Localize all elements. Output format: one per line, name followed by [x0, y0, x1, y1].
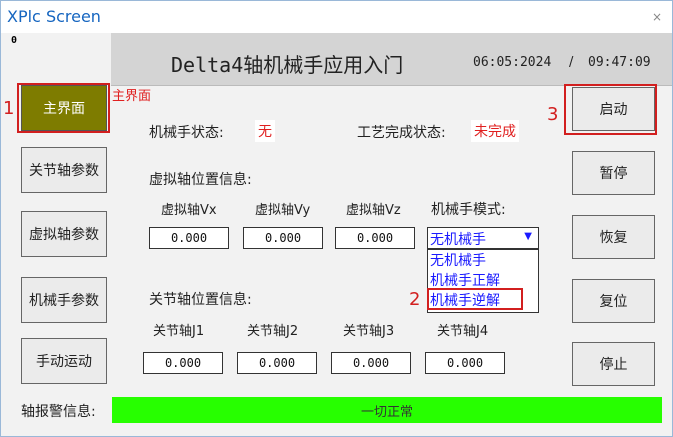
virtual-vy-field[interactable]: 0.000 [243, 227, 323, 249]
close-icon[interactable]: × [652, 10, 662, 24]
highlight-box-1 [17, 83, 110, 133]
virtual-vz-label: 虚拟轴Vz [346, 203, 401, 218]
alarm-message-bar: 一切正常 [112, 397, 662, 423]
virtual-vx-field[interactable]: 0.000 [149, 227, 229, 249]
pause-button[interactable]: 暂停 [572, 151, 655, 195]
highlight-box-3 [564, 84, 657, 135]
mode-option-none[interactable]: 无机械手 [430, 250, 486, 270]
joint-j4-field[interactable]: 0.000 [425, 352, 505, 374]
mode-option-forward[interactable]: 机械手正解 [430, 270, 500, 290]
page-title: Delta4轴机械手应用入门 [171, 53, 404, 77]
nav-manual-button[interactable]: 手动运动 [21, 338, 107, 384]
time-display: 09:47:09 [588, 55, 651, 70]
app-window: XPlc Screen × 0 Delta4轴机械手应用入门 06:05:202… [0, 0, 673, 437]
process-state-label: 工艺完成状态: [357, 125, 446, 141]
date-display: 06:05:2024 [473, 55, 552, 70]
robot-state-value: 无 [255, 120, 275, 142]
chevron-down-icon[interactable]: ▼ [524, 231, 532, 242]
virtual-vx-label: 虚拟轴Vx [161, 203, 217, 218]
process-state-value: 未完成 [471, 120, 519, 142]
alarm-status-row: 轴报警信息: 一切正常 [1, 397, 672, 423]
annotation-1: 1 [3, 98, 15, 119]
stop-button[interactable]: 停止 [572, 342, 655, 386]
annotation-3: 3 [547, 104, 559, 125]
robot-mode-select[interactable]: 无机械手 ▼ [427, 227, 539, 249]
joint-j1-field[interactable]: 0.000 [143, 352, 223, 374]
joint-j3-label: 关节轴J3 [343, 324, 395, 339]
main-caption: 主界面 [112, 89, 152, 104]
robot-mode-selected: 无机械手 [430, 232, 486, 248]
virtual-vy-label: 虚拟轴Vy [255, 203, 311, 218]
joint-axis-section-label: 关节轴位置信息: [149, 292, 252, 308]
reset-button[interactable]: 复位 [572, 279, 655, 323]
annotation-2: 2 [409, 289, 421, 310]
virtual-vz-field[interactable]: 0.000 [335, 227, 415, 249]
virtual-axis-section-label: 虚拟轴位置信息: [149, 172, 252, 188]
joint-j2-field[interactable]: 0.000 [237, 352, 317, 374]
joint-j2-label: 关节轴J2 [247, 324, 299, 339]
robot-mode-label: 机械手模式: [431, 202, 506, 218]
window-title: XPlc Screen [7, 7, 101, 26]
highlight-box-2 [427, 288, 523, 310]
date-time-separator: / [569, 55, 574, 70]
nav-robot-params-button[interactable]: 机械手参数 [21, 277, 107, 323]
joint-j3-field[interactable]: 0.000 [331, 352, 411, 374]
alarm-label: 轴报警信息: [21, 404, 96, 420]
nav-virtual-params-button[interactable]: 虚拟轴参数 [21, 211, 107, 257]
robot-state-label: 机械手状态: [149, 125, 224, 141]
nav-joint-params-button[interactable]: 关节轴参数 [21, 147, 107, 193]
title-bar: XPlc Screen × [1, 1, 672, 33]
header-bar: Delta4轴机械手应用入门 06:05:2024 / 09:47:09 [111, 33, 672, 86]
joint-j4-label: 关节轴J4 [437, 324, 489, 339]
resume-button[interactable]: 恢复 [572, 215, 655, 259]
corner-indicator: 0 [11, 35, 18, 46]
joint-j1-label: 关节轴J1 [153, 324, 205, 339]
